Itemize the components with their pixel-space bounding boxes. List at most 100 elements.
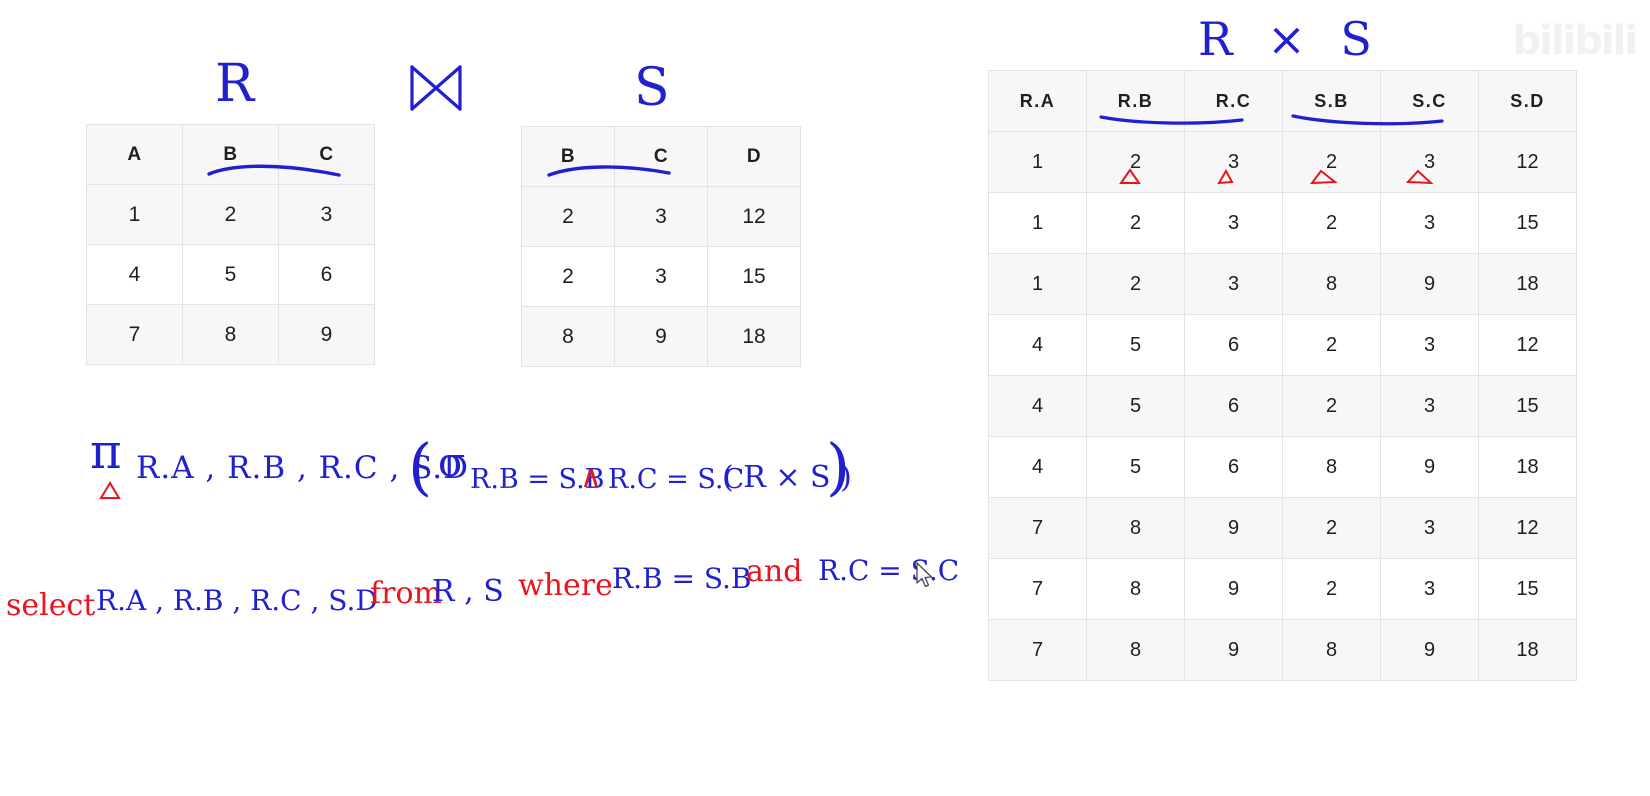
cell: 18 bbox=[707, 306, 801, 367]
sql-condition-right: R.C = S.C bbox=[818, 554, 960, 587]
cell: 12 bbox=[1478, 314, 1577, 376]
table-row: 4 5 6 8 9 18 bbox=[988, 436, 1577, 498]
cell: 8 bbox=[1282, 253, 1381, 315]
mouse-cursor-icon bbox=[916, 562, 933, 588]
cell: 9 bbox=[1184, 497, 1283, 559]
cell: 9 bbox=[1184, 558, 1283, 620]
cell: 3 bbox=[614, 246, 708, 307]
cell: 2 bbox=[1086, 192, 1185, 254]
cell: 2 bbox=[1282, 497, 1381, 559]
cell: 6 bbox=[278, 244, 375, 305]
column-header-c: C bbox=[278, 124, 375, 185]
sql-keyword-and: and bbox=[746, 554, 803, 589]
cell: 9 bbox=[1184, 619, 1283, 681]
table-row: 4 5 6 2 3 15 bbox=[988, 375, 1577, 437]
sql-keyword-select: select bbox=[6, 588, 96, 623]
cell: 12 bbox=[1478, 131, 1577, 193]
cell: 9 bbox=[1380, 619, 1479, 681]
table-row: 2 3 15 bbox=[521, 246, 801, 307]
cell: 2 bbox=[182, 184, 279, 245]
cell: 4 bbox=[988, 314, 1087, 376]
column-header-ra: R.A bbox=[988, 70, 1087, 132]
cell: 8 bbox=[1086, 558, 1185, 620]
cell: 2 bbox=[1282, 192, 1381, 254]
table-header-row: A B C bbox=[86, 124, 375, 185]
column-header-sd: S.D bbox=[1478, 70, 1577, 132]
logical-and-symbol: ∧ bbox=[580, 460, 602, 495]
relation-r-label: R bbox=[215, 54, 255, 114]
cell: 3 bbox=[614, 186, 708, 247]
table-row: 1 2 3 2 3 15 bbox=[988, 192, 1577, 254]
cell: 8 bbox=[1086, 497, 1185, 559]
cell: 4 bbox=[86, 244, 183, 305]
cell: 3 bbox=[1380, 131, 1479, 193]
sql-condition-left: R.B = S.B bbox=[612, 562, 752, 595]
bilibili-watermark: bilibili bbox=[1512, 18, 1638, 64]
cell: 15 bbox=[1478, 192, 1577, 254]
cell: 6 bbox=[1184, 436, 1283, 498]
cell: 3 bbox=[1184, 253, 1283, 315]
cell: 2 bbox=[1282, 558, 1381, 620]
column-header-sc: S.C bbox=[1380, 70, 1479, 132]
column-header-d: D bbox=[707, 126, 801, 187]
cell: 8 bbox=[182, 304, 279, 365]
cross-product-table: R.A R.B R.C S.B S.C S.D 1 2 3 2 3 12 1 2… bbox=[988, 70, 1577, 681]
cell: 12 bbox=[707, 186, 801, 247]
cell: 5 bbox=[1086, 314, 1185, 376]
cell: 3 bbox=[278, 184, 375, 245]
table-row: 1 2 3 bbox=[86, 184, 375, 245]
table-row: 7 8 9 bbox=[86, 304, 375, 365]
cell: 2 bbox=[521, 186, 615, 247]
cell: 4 bbox=[988, 375, 1087, 437]
cell: 6 bbox=[1184, 375, 1283, 437]
table-row: 7 8 9 2 3 12 bbox=[988, 497, 1577, 559]
cell: 12 bbox=[1478, 497, 1577, 559]
cell: 8 bbox=[1282, 436, 1381, 498]
cell: 8 bbox=[1086, 619, 1185, 681]
column-header-rb: R.B bbox=[1086, 70, 1185, 132]
cell: 9 bbox=[614, 306, 708, 367]
cell: 2 bbox=[1086, 253, 1185, 315]
cell: 2 bbox=[1282, 375, 1381, 437]
column-header-sb: S.B bbox=[1282, 70, 1381, 132]
cell: 3 bbox=[1184, 131, 1283, 193]
cell: 3 bbox=[1380, 314, 1479, 376]
cell: 3 bbox=[1184, 192, 1283, 254]
sql-select-columns: R.A , R.B , R.C , S.D bbox=[96, 584, 378, 617]
cell: 1 bbox=[988, 131, 1087, 193]
cell: 1 bbox=[86, 184, 183, 245]
cell: 9 bbox=[278, 304, 375, 365]
cell: 2 bbox=[1282, 314, 1381, 376]
column-header-b: B bbox=[521, 126, 615, 187]
cell: 2 bbox=[521, 246, 615, 307]
cell: 15 bbox=[1478, 558, 1577, 620]
table-header-row: R.A R.B R.C S.B S.C S.D bbox=[988, 70, 1577, 132]
red-triangle-mark-pi-icon bbox=[99, 481, 121, 499]
cell: 1 bbox=[988, 192, 1087, 254]
cell: 8 bbox=[1282, 619, 1381, 681]
cell: 15 bbox=[1478, 375, 1577, 437]
cell: 4 bbox=[988, 436, 1087, 498]
cell: 5 bbox=[182, 244, 279, 305]
cell: 5 bbox=[1086, 375, 1185, 437]
relation-s-label: S bbox=[634, 58, 670, 118]
cell: 18 bbox=[1478, 436, 1577, 498]
natural-join-bowtie-icon bbox=[410, 65, 462, 111]
cell: 7 bbox=[86, 304, 183, 365]
formula-close-paren: ) bbox=[826, 430, 851, 503]
relation-s-table: B C D 2 3 12 2 3 15 8 9 18 bbox=[521, 126, 801, 367]
sql-query-expression: select R.A , R.B , R.C , S.D from R , S … bbox=[0, 548, 960, 640]
cell: 1 bbox=[988, 253, 1087, 315]
relation-r-table: A B C 1 2 3 4 5 6 7 8 9 bbox=[86, 124, 375, 365]
cell: 7 bbox=[988, 619, 1087, 681]
cell: 18 bbox=[1478, 619, 1577, 681]
cell: 3 bbox=[1380, 375, 1479, 437]
table-row: 7 8 9 2 3 15 bbox=[988, 558, 1577, 620]
cell: 2 bbox=[1282, 131, 1381, 193]
selection-sigma-symbol: σ bbox=[438, 440, 466, 486]
table-row: 4 5 6 2 3 12 bbox=[988, 314, 1577, 376]
table-row: 1 2 3 8 9 18 bbox=[988, 253, 1577, 315]
table-row: 1 2 3 2 3 12 bbox=[988, 131, 1577, 193]
cell: 15 bbox=[707, 246, 801, 307]
cell: 18 bbox=[1478, 253, 1577, 315]
